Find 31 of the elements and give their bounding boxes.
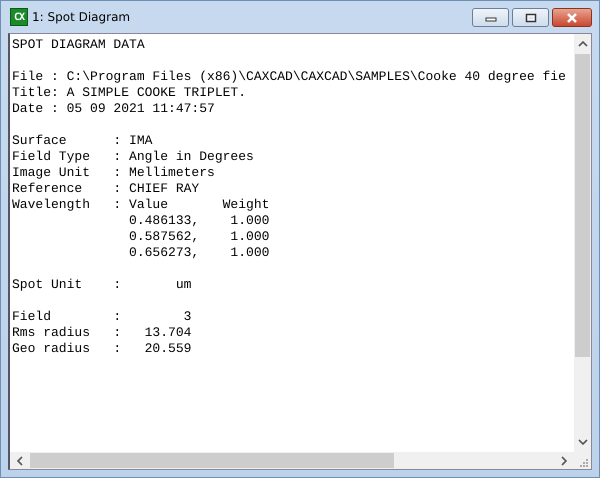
maximize-icon <box>524 12 536 22</box>
scroll-down-icon[interactable] <box>578 438 588 446</box>
text-line: Surface : IMA <box>12 133 154 149</box>
vertical-scrollbar[interactable] <box>574 34 591 452</box>
text-line: Title: A SIMPLE COOKE TRIPLET. <box>12 85 248 101</box>
maximize-button[interactable] <box>512 8 549 27</box>
text-line: Field Type : Angle in Degrees <box>12 149 255 165</box>
minimize-button[interactable] <box>472 8 509 27</box>
window-title: 1: Spot Diagram <box>32 10 132 24</box>
text-line: 0.587562, 1.000 <box>128 229 270 245</box>
scroll-thumb[interactable] <box>30 453 394 468</box>
text-line: Reference : CHIEF RAY <box>12 181 200 197</box>
scroll-up-icon[interactable] <box>578 40 588 48</box>
close-button[interactable] <box>552 8 592 27</box>
text-line: Wavelength : Value Weight <box>12 197 270 213</box>
text-line: Image Unit : Mellimeters <box>12 165 216 181</box>
text-line: SPOT DIAGRAM DATA <box>12 37 146 53</box>
text-line: Rms radius : 13.704 <box>12 325 192 341</box>
text-line: File : C:\Program Files (x86)\CAXCAD\CAXCAD\SAMPLES\Cooke 40 degree fie <box>12 69 567 85</box>
resize-grip-icon[interactable] <box>578 457 588 467</box>
scroll-thumb[interactable] <box>575 54 590 357</box>
close-icon <box>566 12 578 22</box>
text-line: 0.656273, 1.000 <box>128 245 270 261</box>
text-line: 0.486133, 1.000 <box>128 213 270 229</box>
text-line: Date : 05 09 2021 11:47:57 <box>12 101 216 117</box>
app-logo-icon: CX <box>10 8 28 26</box>
scroll-left-icon[interactable] <box>16 456 24 466</box>
text-line: Spot Unit : um <box>12 277 192 293</box>
text-line: Field : 3 <box>12 309 192 325</box>
text-line: Geo radius : 20.559 <box>12 341 192 357</box>
scroll-right-icon[interactable] <box>560 456 568 466</box>
